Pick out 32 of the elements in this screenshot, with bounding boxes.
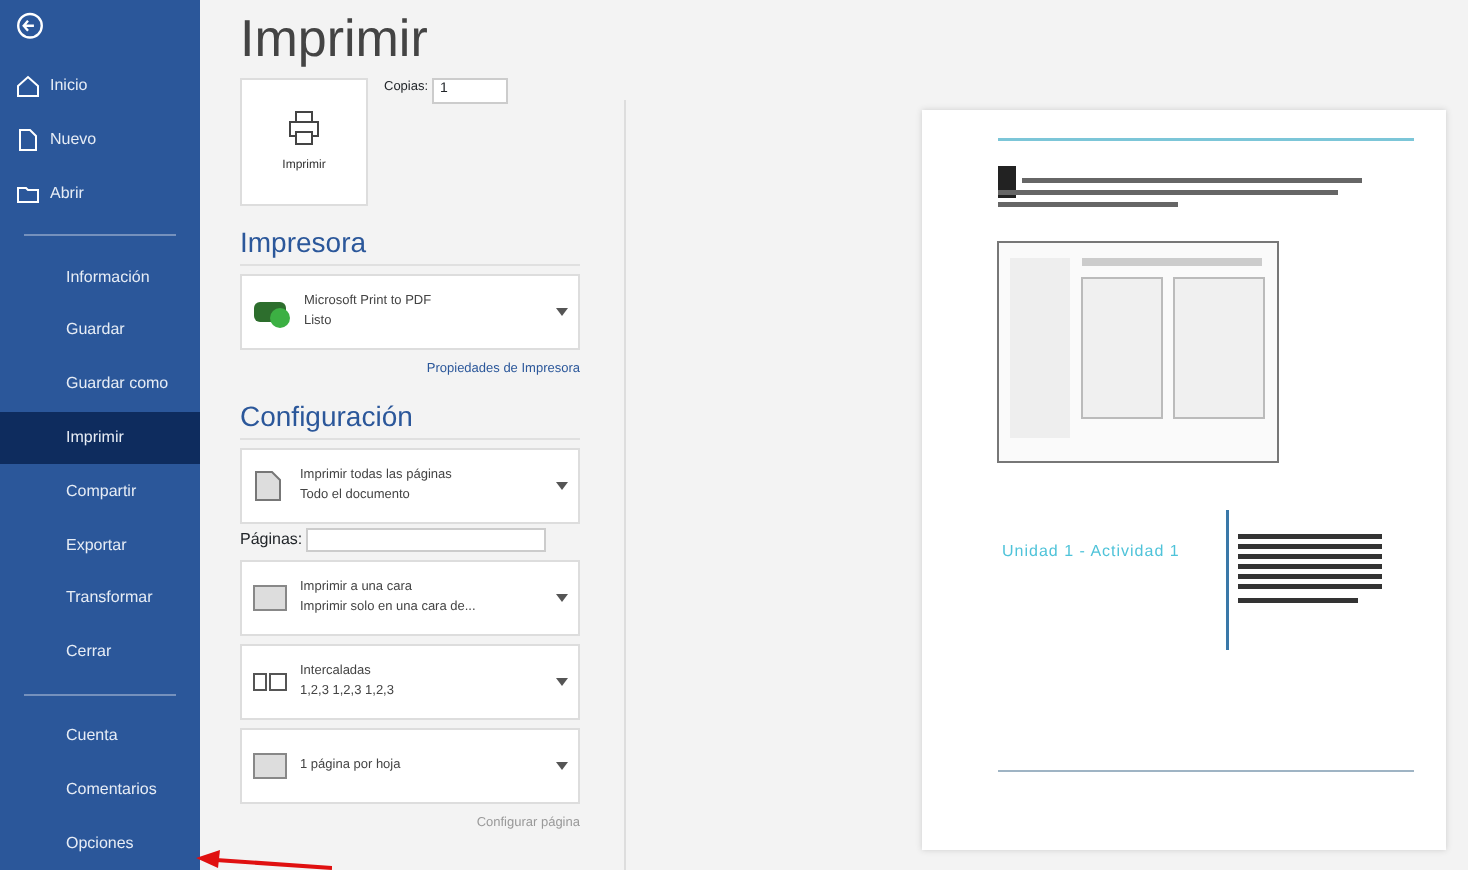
sidebar-item[interactable]: Comentarios (0, 762, 200, 817)
page-title: Imprimir (240, 8, 430, 71)
sidebar-item[interactable]: Inicio (0, 59, 200, 114)
page-icon (252, 581, 288, 614)
page-icon (252, 749, 288, 782)
caret-icon (556, 761, 568, 770)
sidebar-item[interactable]: Cuenta (0, 709, 200, 763)
pages-label: Páginas: (240, 527, 303, 552)
sidebar-item[interactable]: Compartir (0, 464, 200, 519)
pages-field[interactable] (306, 527, 547, 552)
folder-icon (16, 181, 40, 206)
sidebar-item[interactable]: Abrir (0, 166, 200, 221)
sidebar-item[interactable]: Información (0, 250, 200, 304)
caret-icon (556, 481, 568, 490)
unit-title: Unidad 1 - Actividad 1 (1002, 540, 1180, 564)
home-icon (16, 74, 40, 99)
sidebar-item[interactable]: Exportar (0, 518, 200, 572)
sidebar-item[interactable]: Nuevo (0, 113, 200, 167)
document-icon (16, 127, 40, 152)
section-heading: Configuración (240, 395, 580, 440)
sidebar-item[interactable]: Transformar (0, 571, 200, 626)
caret-icon (556, 593, 568, 602)
back-icon (16, 12, 44, 40)
sidebar-item[interactable]: Imprimir (0, 411, 200, 465)
section-heading: Impresora (240, 222, 580, 267)
sidebar-item[interactable]: Guardar (0, 303, 200, 358)
caret-icon (556, 308, 568, 317)
annotation-arrow (192, 848, 332, 870)
sidebar-item[interactable]: Guardar como (0, 357, 200, 412)
sidebar-item[interactable]: Cerrar (0, 625, 200, 680)
sidebar-item[interactable]: Opciones (0, 816, 200, 870)
caret-icon (556, 677, 568, 686)
